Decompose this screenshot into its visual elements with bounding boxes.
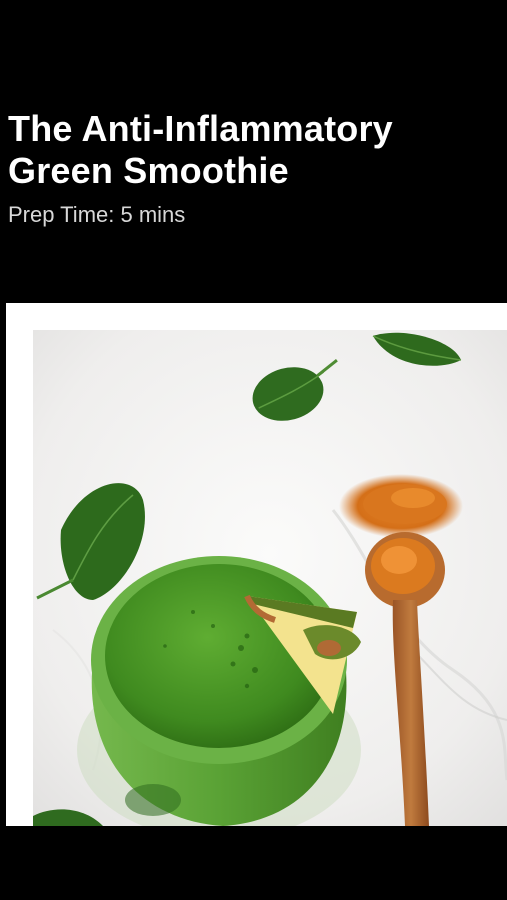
turmeric-powder bbox=[339, 474, 463, 538]
recipe-photo-frame bbox=[6, 303, 507, 826]
smoothie-photo-illustration bbox=[33, 330, 507, 826]
prep-time: Prep Time: 5 mins bbox=[8, 202, 186, 227]
recipe-title: The Anti-Inflammatory Green Smoothie bbox=[8, 108, 393, 191]
recipe-photo bbox=[33, 330, 507, 826]
recipe-header: The Anti-Inflammatory Green Smoothie Pre… bbox=[8, 108, 498, 230]
